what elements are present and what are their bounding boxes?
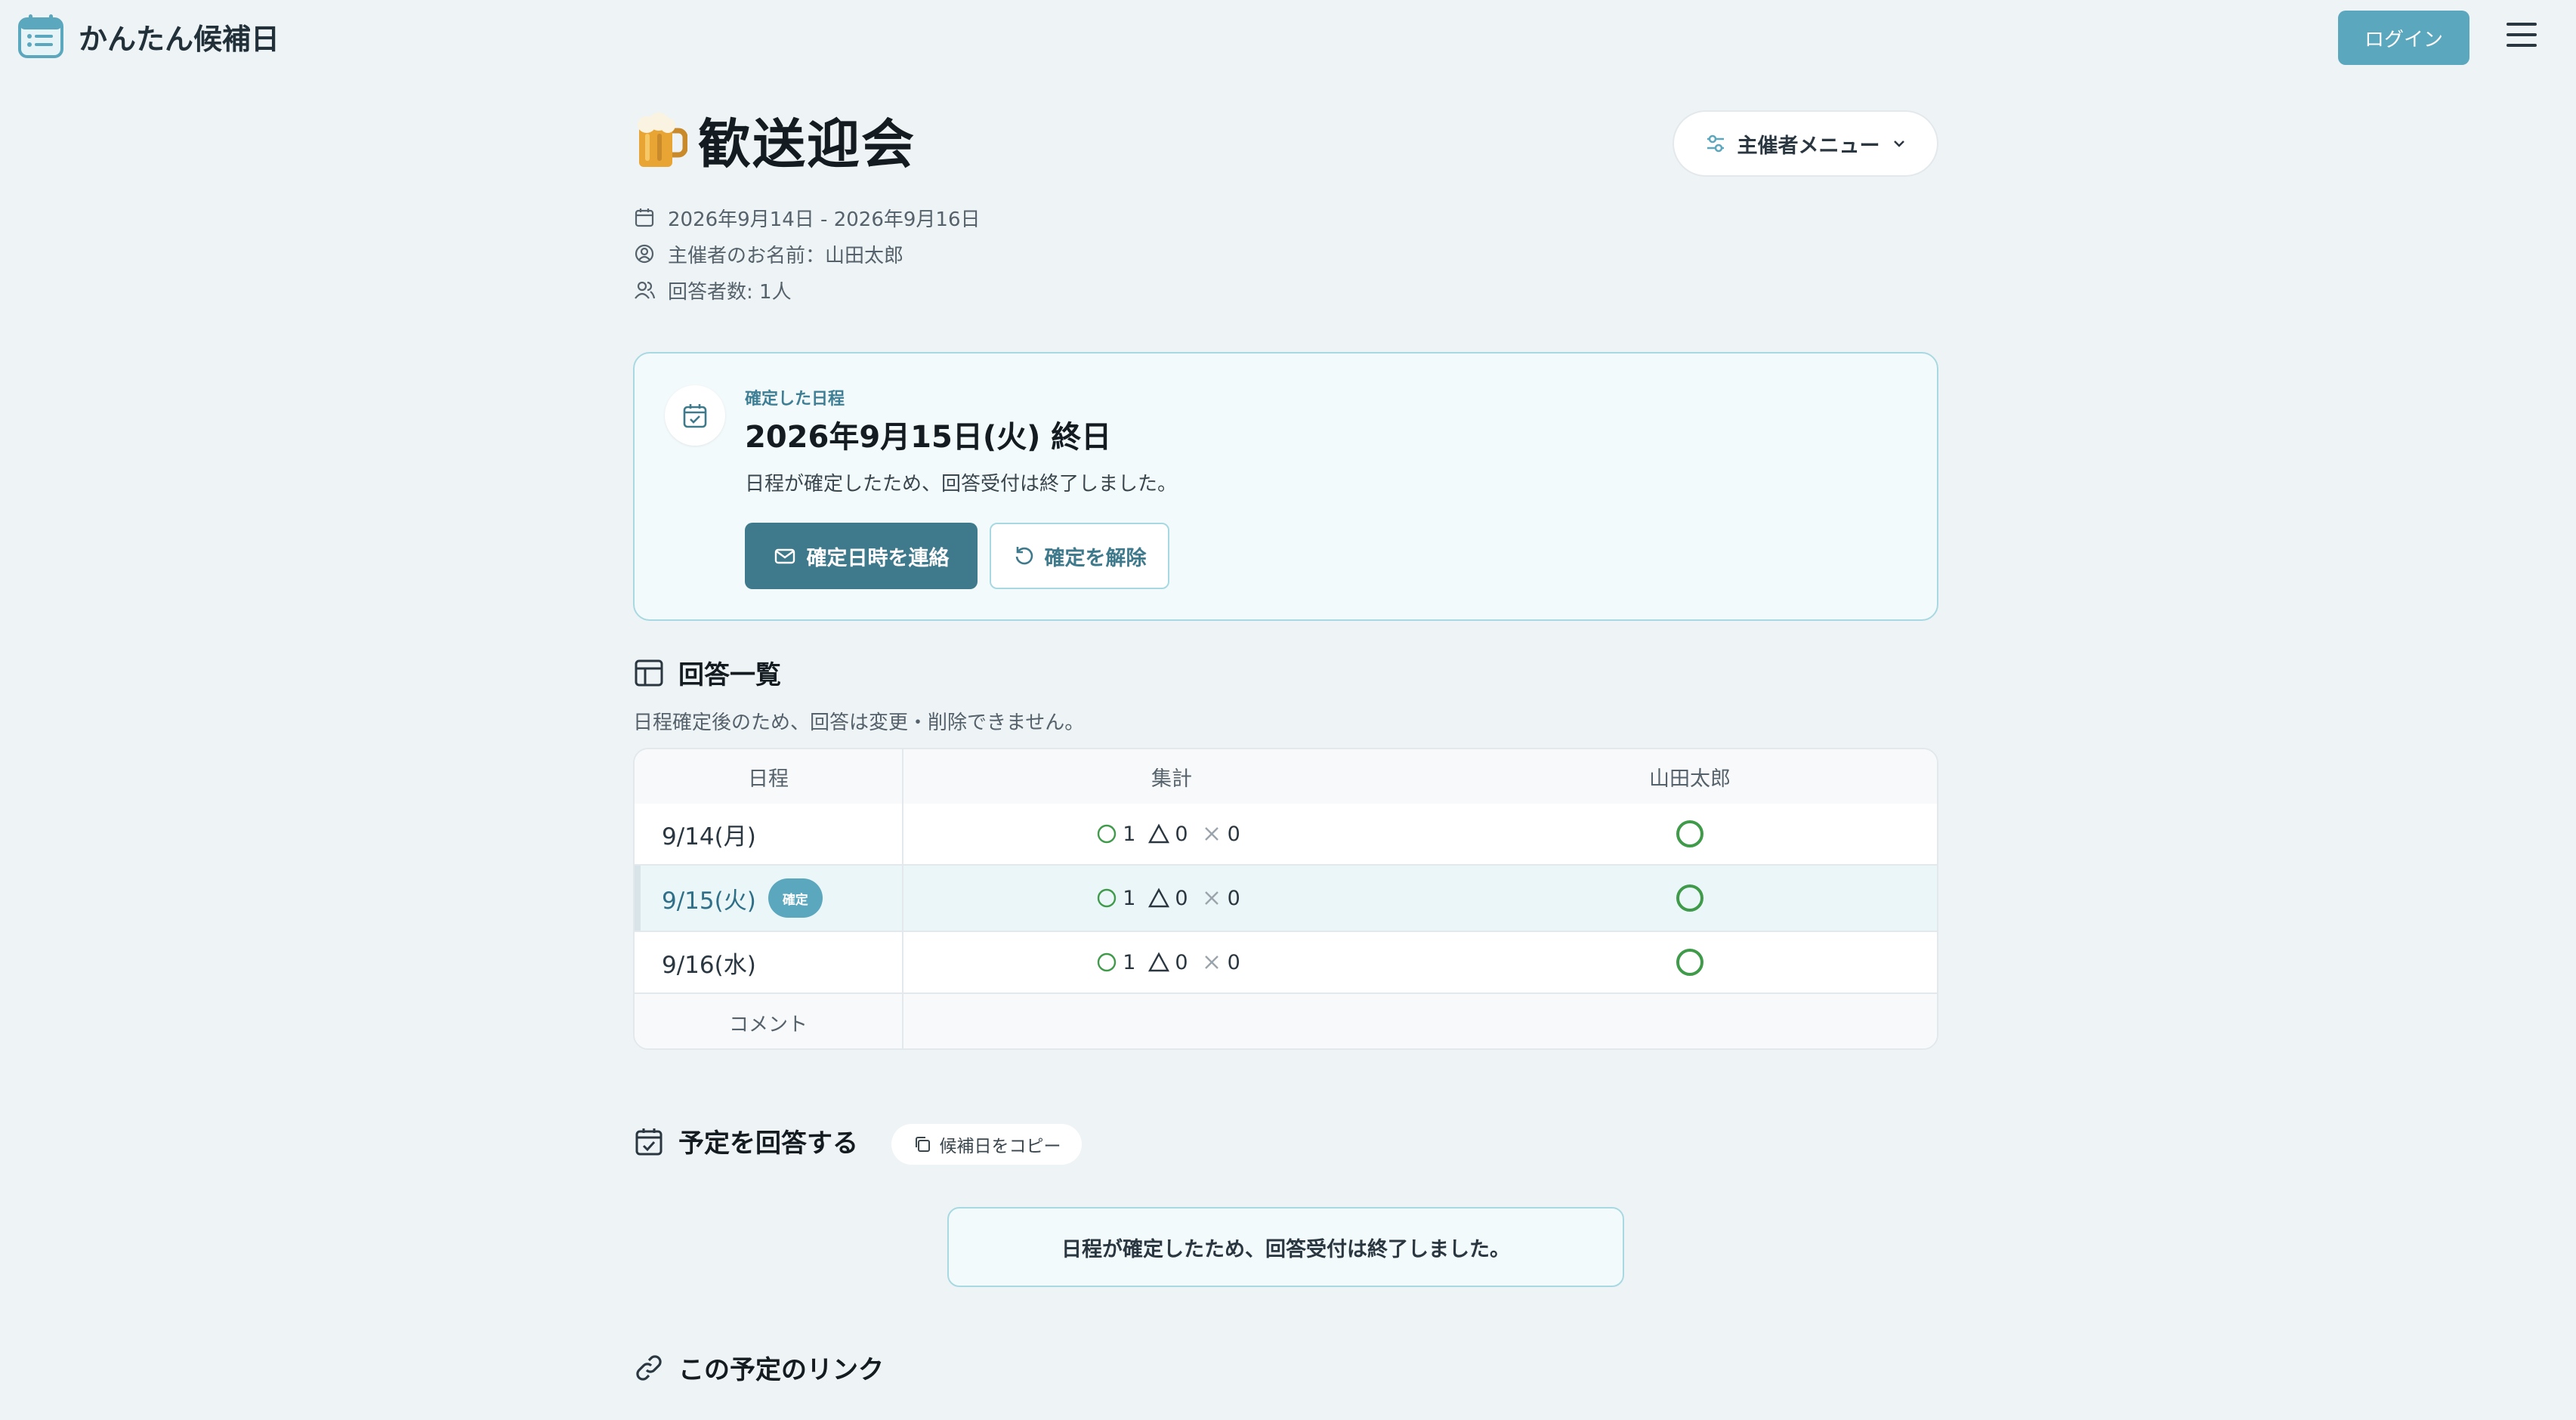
copy-candidates-button[interactable]: 候補日をコピー [891, 1124, 1082, 1165]
copy-icon [915, 1137, 930, 1152]
link-title: この予定のリンク [678, 1355, 884, 1385]
ok-count: 1 [1123, 822, 1136, 846]
calendar-list-icon [18, 14, 63, 58]
notify-label: 確定日時を連絡 [806, 546, 950, 570]
unconfirm-button[interactable]: 確定を解除 [990, 523, 1169, 589]
date-range-text: 2026年9月14日 - 2026年9月16日 [668, 208, 981, 231]
ok-circle-icon [1676, 820, 1703, 847]
respondent-answer [1440, 804, 1937, 864]
row-tally: 1 0 0 [903, 804, 1440, 864]
respondent-answer [1440, 932, 1937, 992]
users-icon [635, 281, 656, 299]
row-date: 9/14(月) [635, 804, 903, 864]
confirmed-label: 確定した日程 [745, 390, 845, 409]
comment-label: コメント [635, 994, 903, 1048]
sliders-icon [1707, 134, 1724, 153]
meta-respondents: 回答者数: 1人 [633, 272, 981, 308]
row-date: 9/16(水) [635, 932, 903, 992]
answers-note: 日程確定後のため、回答は変更・削除できません。 [633, 712, 1085, 734]
ng-count: 0 [1227, 950, 1240, 974]
maybe-count: 0 [1175, 822, 1188, 846]
col-header-tally: 集計 [1151, 767, 1192, 791]
calendar-icon [635, 208, 654, 227]
row-date: 9/15(火) [662, 887, 756, 915]
ok-count: 1 [1123, 950, 1136, 974]
brand-logo[interactable]: かんたん候補日 [17, 12, 280, 60]
ok-circle-icon [1676, 884, 1703, 912]
ok-count: 1 [1123, 886, 1136, 910]
respond-title: 予定を回答する [678, 1128, 858, 1159]
table-row: 9/16(水) 1 0 0 [635, 932, 1937, 994]
hamburger-icon[interactable] [2507, 23, 2537, 50]
page: かんたん候補日 ログイン 歓送迎会 主催者メニュー 2026年9月14日 - 2… [0, 0, 2576, 1420]
respondent-answer [1440, 866, 1937, 931]
comment-empty [903, 994, 1440, 1048]
calendar-check-icon [683, 404, 707, 428]
mail-icon [774, 548, 795, 564]
unconfirm-label: 確定を解除 [1044, 546, 1147, 570]
comment-row: コメント [635, 994, 1937, 1048]
event-title: 歓送迎会 [698, 113, 916, 175]
meta-date-range: 2026年9月14日 - 2026年9月16日 [633, 199, 981, 236]
ok-circle-icon [1676, 949, 1703, 976]
response-closed-message: 日程が確定したため、回答受付は終了しました。 [947, 1207, 1624, 1287]
event-meta: 2026年9月14日 - 2026年9月16日 主催者のお名前：山田太郎 回答者… [633, 199, 981, 308]
row-tally: 1 0 0 [903, 932, 1440, 992]
maybe-triangle-icon [1148, 952, 1170, 972]
organizer-menu-button[interactable]: 主催者メニュー [1673, 110, 1938, 177]
table-icon [635, 659, 663, 686]
ng-count: 0 [1227, 822, 1240, 846]
maybe-count: 0 [1175, 950, 1188, 974]
ng-cross-icon [1204, 827, 1219, 841]
confirmed-date: 2026年9月15日(火) 終日 [745, 420, 1112, 455]
col-header-respondent[interactable]: 山田太郎 [1440, 749, 1937, 804]
ok-circle-icon [1098, 952, 1117, 972]
table-row-confirmed: 9/15(火) 確定 1 0 0 [635, 866, 1937, 932]
confirmed-badge: 確定 [768, 878, 823, 918]
user-circle-icon [635, 244, 654, 264]
row-tally: 1 0 0 [903, 866, 1440, 931]
ng-cross-icon [1204, 891, 1219, 905]
col-header-date: 日程 [635, 749, 903, 804]
link-icon [636, 1354, 662, 1381]
beer-mug-icon [638, 112, 687, 167]
row-date-cell: 9/15(火) 確定 [635, 866, 903, 931]
ok-circle-icon [1098, 824, 1117, 844]
chevron-down-icon [1893, 140, 1904, 147]
undo-icon [1015, 547, 1033, 565]
maybe-count: 0 [1175, 886, 1188, 910]
organizer-menu-label: 主催者メニュー [1737, 134, 1880, 158]
notify-confirmed-button[interactable]: 確定日時を連絡 [745, 523, 978, 589]
ok-circle-icon [1098, 888, 1117, 908]
calendar-check-icon [635, 1128, 663, 1155]
copy-label: 候補日をコピー [939, 1137, 1061, 1156]
comment-respondent [1440, 994, 1937, 1048]
ng-count: 0 [1227, 886, 1240, 910]
login-button[interactable]: ログイン [2338, 11, 2469, 65]
app-name: かんたん候補日 [79, 21, 280, 56]
organizer-text: 主催者のお名前：山田太郎 [668, 244, 904, 267]
answers-section-title: 回答一覧 [633, 654, 781, 691]
confirmed-schedule-card: 確定した日程 2026年9月15日(火) 終日 日程が確定したため、回答受付は終… [633, 352, 1938, 621]
page-title: 歓送迎会 [633, 102, 916, 178]
answers-title: 回答一覧 [678, 660, 781, 690]
ng-cross-icon [1204, 955, 1219, 969]
maybe-triangle-icon [1148, 888, 1170, 908]
link-section-title: この予定のリンク [633, 1349, 884, 1386]
confirmed-icon-wrap [665, 385, 725, 446]
table-header: 日程 集計 山田太郎 [635, 749, 1937, 804]
maybe-triangle-icon [1148, 823, 1170, 844]
respond-section-title: 予定を回答する [633, 1122, 858, 1159]
table-row: 9/14(月) 1 0 0 [635, 804, 1937, 866]
confirmed-note: 日程が確定したため、回答受付は終了しました。 [745, 473, 1178, 495]
meta-organizer: 主催者のお名前：山田太郎 [633, 236, 981, 272]
answers-table: 日程 集計 山田太郎 9/14(月) 1 0 0 9/15(火) 確定 1 0 … [633, 748, 1938, 1050]
respondents-text: 回答者数: 1人 [668, 280, 792, 304]
top-bar: かんたん候補日 ログイン [0, 0, 2576, 76]
